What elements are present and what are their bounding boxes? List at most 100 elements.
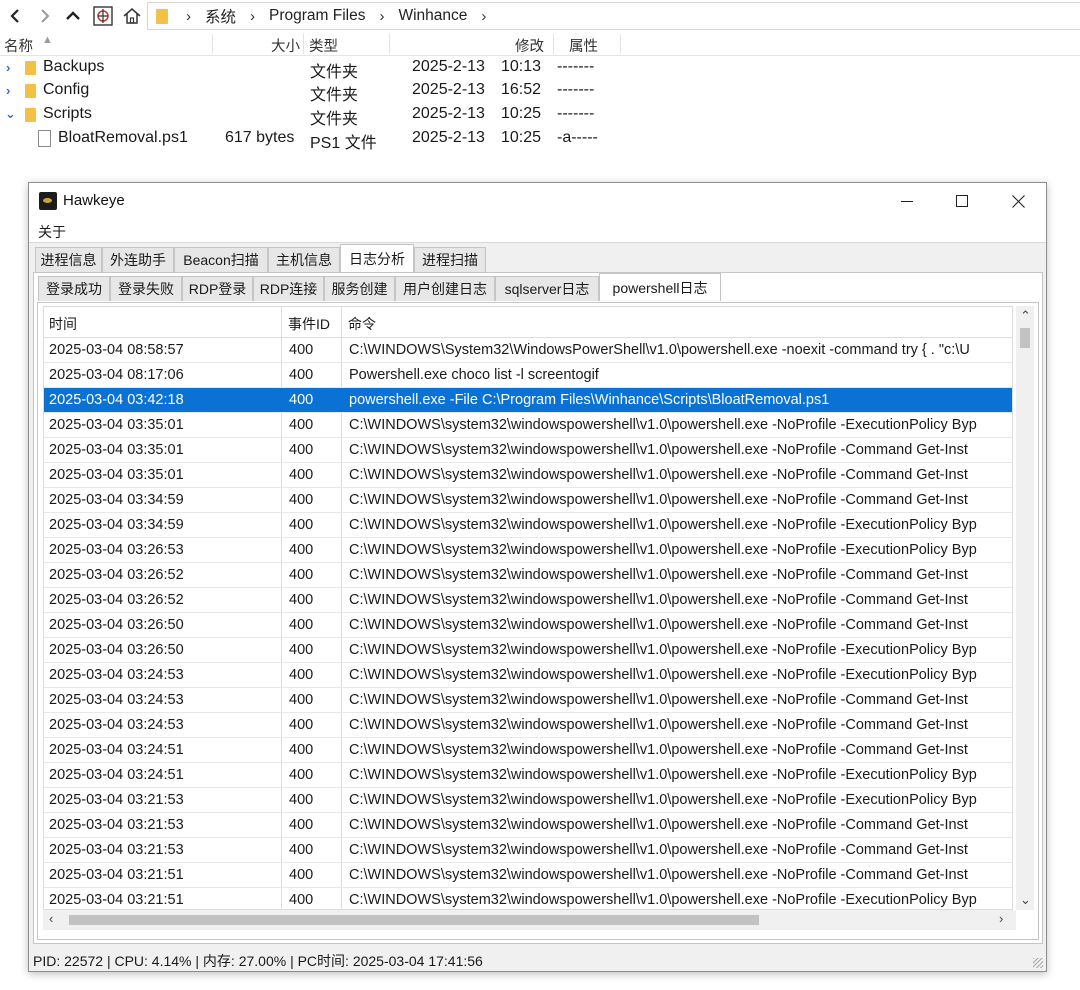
cell-time: 2025-03-04 03:26:52	[49, 592, 184, 608]
file-name: Config	[43, 81, 90, 98]
cell-event-id: 400	[289, 742, 314, 758]
back-arrow-icon[interactable]	[0, 2, 30, 30]
tab-host-info[interactable]: 主机信息	[268, 247, 340, 272]
tab-outbound-helper[interactable]: 外连助手	[102, 247, 174, 272]
table-row[interactable]: 2025-03-04 03:24:51 400 C:\WINDOWS\system3…	[44, 738, 1012, 763]
tab-service-creation[interactable]: 服务创建	[324, 276, 395, 301]
table-row[interactable]: 2025-03-04 03:24:53 400 C:\WINDOWS\system3…	[44, 688, 1012, 713]
horizontal-scrollbar[interactable]: ‹ ›	[43, 910, 1016, 930]
table-row[interactable]: 2025-03-04 03:42:18 400 powershell.exe -Fi…	[44, 388, 1012, 413]
vertical-scrollbar[interactable]: ⌃ ⌄	[1016, 306, 1034, 910]
file-name: BloatRemoval.ps1	[58, 129, 188, 146]
table-row[interactable]: 2025-03-04 03:35:01 400 C:\WINDOWS\system3…	[44, 413, 1012, 438]
table-row[interactable]: 2025-03-04 03:21:51 400 C:\WINDOWS\system3…	[44, 863, 1012, 888]
cell-event-id: 400	[289, 417, 314, 433]
cell-command: C:\WINDOWS\system32\windowspowershell\v1…	[349, 492, 968, 508]
horizontal-scroll-thumb[interactable]	[69, 915, 759, 925]
cell-command: C:\WINDOWS\system32\windowspowershell\v1…	[349, 842, 968, 858]
cell-command: C:\WINDOWS\system32\windowspowershell\v1…	[349, 592, 968, 608]
column-time[interactable]: 时间	[49, 314, 77, 334]
table-row[interactable]: 2025-03-04 03:35:01 400 C:\WINDOWS\system3…	[44, 463, 1012, 488]
table-row[interactable]: 2025-03-04 03:21:53 400 C:\WINDOWS\system3…	[44, 838, 1012, 863]
app-icon	[39, 192, 57, 210]
cell-event-id: 400	[289, 342, 314, 358]
breadcrumb-item-program-files[interactable]: Program Files	[269, 7, 365, 25]
table-row[interactable]: 2025-03-04 03:26:50 400 C:\WINDOWS\system3…	[44, 613, 1012, 638]
table-row[interactable]: 2025-03-04 03:24:51 400 C:\WINDOWS\system3…	[44, 763, 1012, 788]
table-row[interactable]: 2025-03-04 03:24:53 400 C:\WINDOWS\system3…	[44, 713, 1012, 738]
tab-powershell-log[interactable]: powershell日志	[599, 273, 721, 301]
scroll-down-icon[interactable]: ⌄	[1020, 892, 1031, 908]
file-size: 617 bytes	[225, 129, 295, 146]
sort-ascending-icon: ▲	[42, 34, 53, 46]
forward-arrow-icon[interactable]	[30, 2, 60, 30]
breadcrumb-item-winhance[interactable]: Winhance	[398, 7, 467, 25]
cell-event-id: 400	[289, 642, 314, 658]
breadcrumb-item-system[interactable]: 系统	[205, 5, 236, 27]
table-row[interactable]: 2025-03-04 03:21:53 400 C:\WINDOWS\system3…	[44, 813, 1012, 838]
table-row[interactable]: 2025-03-04 08:17:06 400 Powershell.exe cho…	[44, 363, 1012, 388]
maximize-icon[interactable]	[939, 186, 985, 216]
window-title: Hawkeye	[63, 192, 125, 209]
table-row[interactable]: 2025-03-04 03:35:01 400 C:\WINDOWS\system3…	[44, 438, 1012, 463]
table-row[interactable]: 2025-03-04 08:58:57 400 C:\WINDOWS\System3…	[44, 338, 1012, 363]
cell-time: 2025-03-04 08:17:06	[49, 367, 184, 383]
file-row[interactable]: ⌄ Scripts 文件夹 2025-2-13 10:25 -------	[0, 103, 700, 128]
tab-process-info[interactable]: 进程信息	[35, 247, 102, 272]
folder-icon	[25, 108, 36, 122]
vertical-scroll-thumb[interactable]	[1020, 328, 1030, 348]
cell-command: C:\WINDOWS\system32\windowspowershell\v1…	[349, 717, 968, 733]
table-row[interactable]: 2025-03-04 03:26:52 400 C:\WINDOWS\system3…	[44, 588, 1012, 613]
title-bar[interactable]: Hawkeye	[29, 183, 1046, 219]
file-row[interactable]: › Config 文件夹 2025-2-13 16:52 -------	[0, 79, 700, 104]
breadcrumb[interactable]: › 系统 › Program Files › Winhance ›	[147, 2, 1080, 30]
table-row[interactable]: 2025-03-04 03:34:59 400 C:\WINDOWS\system3…	[44, 488, 1012, 513]
table-row[interactable]: 2025-03-04 03:26:53 400 C:\WINDOWS\system3…	[44, 538, 1012, 563]
column-size[interactable]: 大小	[271, 35, 300, 56]
chevron-right-icon[interactable]: ›	[6, 83, 10, 98]
tab-rdp-connection[interactable]: RDP连接	[253, 276, 324, 301]
tab-sqlserver-log[interactable]: sqlserver日志	[495, 276, 599, 301]
tab-rdp-login[interactable]: RDP登录	[182, 276, 253, 301]
tab-beacon-scan[interactable]: Beacon扫描	[174, 247, 268, 272]
menu-item-about[interactable]: 关于	[38, 222, 66, 242]
file-row[interactable]: BloatRemoval.ps1 617 bytes PS1 文件 2025-2…	[0, 127, 700, 152]
resize-grip-icon[interactable]	[1033, 958, 1043, 968]
cell-command: C:\WINDOWS\system32\windowspowershell\v1…	[349, 692, 968, 708]
scroll-up-icon[interactable]: ⌃	[1020, 308, 1031, 324]
cell-event-id: 400	[289, 892, 314, 908]
up-arrow-icon[interactable]	[58, 2, 88, 30]
tab-log-analysis[interactable]: 日志分析	[340, 244, 414, 272]
tab-user-creation-log[interactable]: 用户创建日志	[395, 276, 495, 301]
home-icon[interactable]	[117, 2, 147, 30]
chevron-right-icon: ›	[481, 7, 487, 25]
column-modified[interactable]: 修改	[515, 35, 544, 56]
table-row[interactable]: 2025-03-04 03:24:53 400 C:\WINDOWS\system3…	[44, 663, 1012, 688]
status-bar: PID: 22572 | CPU: 4.14% | 内存: 27.00% | P…	[29, 947, 1046, 971]
chevron-right-icon[interactable]: ›	[6, 60, 10, 75]
column-command[interactable]: 命令	[348, 314, 376, 334]
cell-command: C:\WINDOWS\system32\windowspowershell\v1…	[349, 867, 968, 883]
close-icon[interactable]	[995, 186, 1041, 216]
minimize-icon[interactable]	[884, 186, 930, 216]
cell-command: C:\WINDOWS\system32\windowspowershell\v1…	[349, 642, 977, 658]
tab-login-failure[interactable]: 登录失败	[110, 276, 182, 301]
table-row[interactable]: 2025-03-04 03:34:59 400 C:\WINDOWS\system3…	[44, 513, 1012, 538]
table-row[interactable]: 2025-03-04 03:21:53 400 C:\WINDOWS\system3…	[44, 788, 1012, 813]
pin-icon[interactable]	[88, 2, 118, 30]
column-name[interactable]: 名称	[4, 35, 33, 56]
scroll-right-icon[interactable]: ›	[999, 911, 1003, 926]
cell-time: 2025-03-04 03:24:51	[49, 767, 184, 783]
tab-login-success[interactable]: 登录成功	[38, 276, 110, 301]
file-row[interactable]: › Backups 文件夹 2025-2-13 10:13 -------	[0, 56, 700, 81]
chevron-right-icon: ›	[250, 7, 256, 25]
tab-process-scan[interactable]: 进程扫描	[414, 247, 486, 272]
scroll-left-icon[interactable]: ‹	[49, 911, 53, 926]
table-row[interactable]: 2025-03-04 03:26:50 400 C:\WINDOWS\system3…	[44, 638, 1012, 663]
table-row[interactable]: 2025-03-04 03:21:51 400 C:\WINDOWS\system3…	[44, 888, 1012, 909]
table-row[interactable]: 2025-03-04 03:26:52 400 C:\WINDOWS\system3…	[44, 563, 1012, 588]
column-attributes[interactable]: 属性	[569, 35, 598, 56]
column-type[interactable]: 类型	[309, 35, 338, 56]
chevron-down-icon[interactable]: ⌄	[5, 106, 16, 122]
column-event-id[interactable]: 事件ID	[288, 314, 330, 334]
